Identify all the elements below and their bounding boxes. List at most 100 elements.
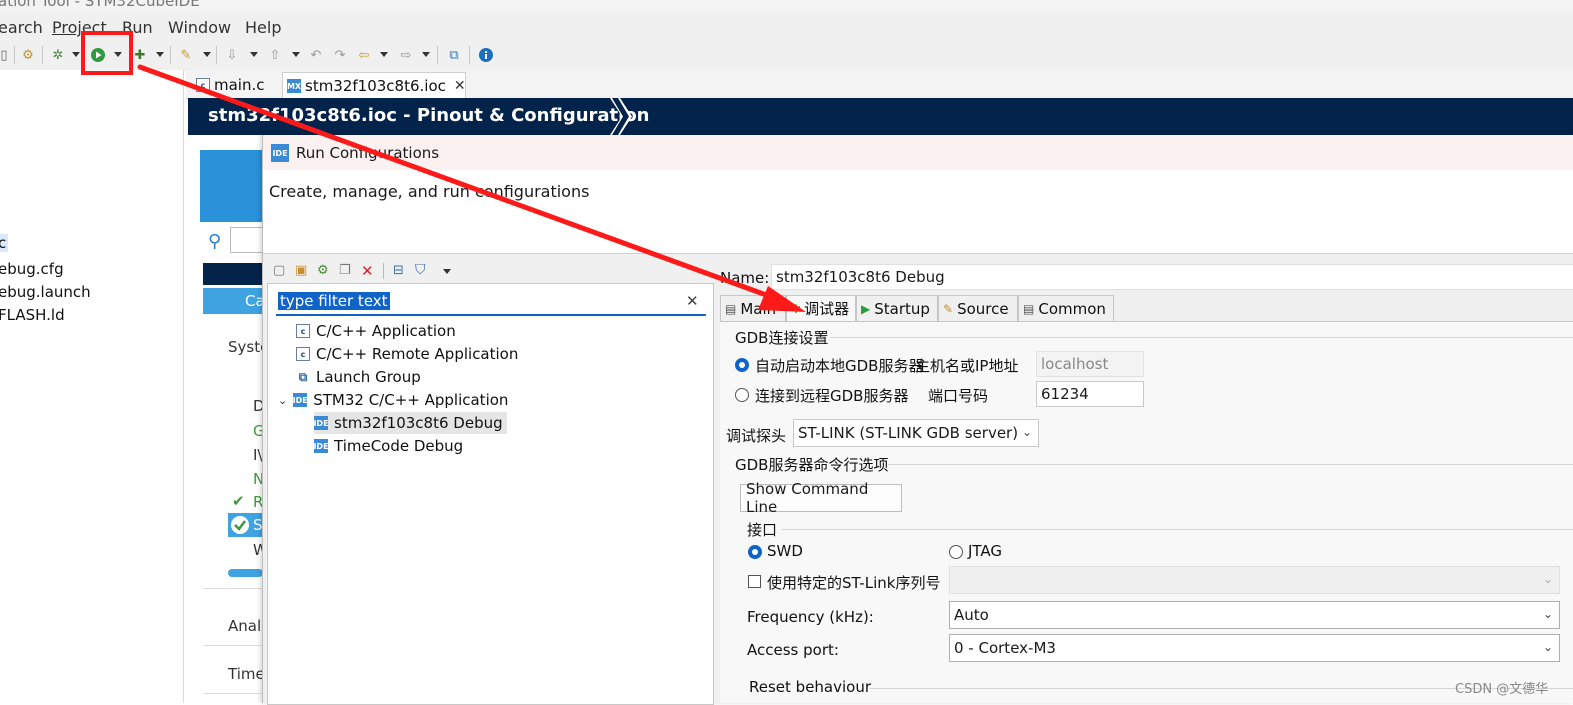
debug-icon[interactable]: ✲ [48, 45, 68, 65]
cube-categories-tab[interactable]: Ca [203, 288, 265, 314]
tree-item-launch-group[interactable]: ⧉ Launch Group [296, 366, 421, 388]
export-icon[interactable]: ⚙ [317, 263, 329, 278]
back-icon[interactable]: ⇦ [354, 45, 374, 65]
explorer-item[interactable]: ebug.cfg [0, 260, 64, 278]
next-annotation-dropdown-icon[interactable] [250, 52, 258, 57]
dialog-description: Create, manage, and run configurations [269, 182, 590, 201]
cube-banner-tile [200, 150, 263, 222]
cube-search-input[interactable] [230, 227, 263, 253]
probe-value: ST-LINK (ST-LINK GDB server) [798, 424, 1019, 442]
tree-item-cpp-remote-application[interactable]: c C/C++ Remote Application [296, 343, 518, 365]
forward-dropdown-icon[interactable] [422, 52, 430, 57]
save-icon[interactable]: ▯ [0, 45, 14, 65]
explorer-item[interactable]: c [0, 234, 9, 252]
prev-annotation-dropdown-icon[interactable] [292, 52, 300, 57]
wrench-dropdown-icon[interactable] [203, 52, 211, 57]
wrench-icon[interactable]: ✎ [176, 45, 196, 65]
menu-window[interactable]: Window [168, 18, 231, 37]
window-title: ation Tool - STM32CubeIDE [0, 0, 200, 10]
mx-icon: MX [287, 79, 301, 93]
radio-local-gdb[interactable] [735, 358, 749, 372]
filter-dropdown-icon[interactable] [443, 269, 451, 274]
new-config-icon[interactable]: ▢ [273, 263, 285, 278]
cube-tab-bar [203, 263, 263, 285]
debug-dropdown-icon[interactable] [72, 52, 80, 57]
port-value: 61234 [1041, 385, 1089, 403]
window-title-bar: ation Tool - STM32CubeIDE [0, 0, 1573, 14]
dialog-title-bar: IDE Run Configurations [263, 135, 1573, 170]
radio-remote-gdb[interactable] [735, 388, 749, 402]
tab-label: Source [957, 299, 1009, 318]
watermark: CSDN @文德华 [1455, 682, 1549, 697]
launch-group-icon: ⧉ [298, 369, 308, 384]
last-edit-icon[interactable]: ↶ [306, 45, 326, 65]
clear-filter-icon[interactable]: ✕ [686, 292, 699, 310]
forward-icon[interactable]: ⇨ [396, 45, 416, 65]
c-app-icon: c [296, 347, 310, 361]
cube-item-selected[interactable]: S [228, 513, 263, 537]
tab-common[interactable]: ▤ Common [1018, 295, 1114, 321]
close-icon[interactable]: ✕ [454, 78, 466, 94]
info-icon[interactable] [476, 45, 496, 65]
radio-jtag[interactable] [949, 545, 963, 559]
tree-item-cpp-application[interactable]: c C/C++ Application [296, 320, 456, 342]
cube-group-label[interactable]: Anal [228, 617, 261, 635]
divider [203, 645, 263, 646]
menu-search[interactable]: earch [0, 18, 43, 37]
explorer-item[interactable]: FLASH.ld [0, 306, 65, 324]
toolbar-separator [170, 46, 171, 64]
chevron-down-icon: ⌄ [1542, 572, 1553, 586]
tree-item-timecode-debug[interactable]: IDE TimeCode Debug [313, 435, 463, 457]
back-dropdown-icon[interactable] [380, 52, 388, 57]
prev-annotation-icon[interactable]: ⇧ [265, 45, 285, 65]
frequency-select[interactable]: Auto ⌄ [949, 601, 1560, 629]
toolbar-separator [14, 46, 15, 64]
host-field[interactable]: localhost [1036, 351, 1144, 377]
collapse-all-icon[interactable]: ⊟ [393, 263, 404, 278]
radio-remote-gdb-label: 连接到远程GDB服务器 [755, 387, 909, 405]
name-field[interactable]: stm32f103c8t6 Debug [771, 264, 1573, 290]
group-line [888, 464, 1573, 465]
tab-label: stm32f103c8t6.ioc [305, 77, 446, 95]
serial-select[interactable]: ⌄ [949, 566, 1560, 594]
tree-item-stm32f103c8t6-debug[interactable]: IDE stm32f103c8t6 Debug [313, 412, 507, 434]
search-icon[interactable]: ⚲ [208, 231, 221, 252]
next-annotation-icon[interactable]: ⇩ [222, 45, 242, 65]
external-tools-icon[interactable]: ✚ [130, 45, 150, 65]
config-toolbar: ▢ ▣ ⚙ ❐ ✕ ⊟ ⛉ [269, 261, 469, 283]
new-prototype-icon[interactable]: ▣ [295, 263, 307, 278]
build-icon[interactable]: ⚙ [18, 45, 38, 65]
ide-icon: IDE [313, 416, 329, 430]
open-perspective-icon[interactable]: ⧉ [444, 45, 464, 65]
serial-checkbox-label: 使用特定的ST-Link序列号 [767, 574, 941, 592]
filter-icon[interactable]: ⛉ [415, 262, 426, 278]
delete-icon[interactable]: ✕ [361, 262, 374, 280]
group-line [830, 337, 1573, 338]
external-tools-dropdown-icon[interactable] [156, 52, 164, 57]
tab-main-c[interactable]: c main.c [192, 72, 280, 98]
filter-input[interactable]: type filter text ✕ [276, 290, 706, 316]
tree-item-stm32-application[interactable]: ⌄ IDE STM32 C/C++ Application [278, 389, 508, 411]
radio-swd[interactable] [748, 545, 762, 559]
breadcrumb-chevron-icon [610, 98, 632, 135]
explorer-item[interactable]: ebug.launch [0, 283, 91, 301]
toolbar-separator [437, 46, 438, 64]
serial-checkbox[interactable] [748, 575, 761, 588]
probe-select[interactable]: ST-LINK (ST-LINK GDB server) ⌄ [793, 419, 1039, 447]
cube-scrollbar[interactable] [228, 569, 263, 577]
tab-main[interactable]: ▤ Main [720, 295, 786, 321]
access-port-select[interactable]: 0 - Cortex-M3 ⌄ [949, 634, 1560, 662]
menu-help[interactable]: Help [245, 18, 281, 37]
cube-group-label[interactable]: Time [228, 665, 265, 683]
tab-ioc[interactable]: MX stm32f103c8t6.ioc ✕ [282, 72, 466, 99]
next-edit-icon[interactable]: ↷ [330, 45, 350, 65]
duplicate-icon[interactable]: ❐ [339, 263, 351, 278]
tab-source[interactable]: ✎ Source [938, 295, 1018, 321]
show-command-line-button[interactable]: Show Command Line [740, 480, 902, 516]
tab-startup[interactable]: ▶ Startup [856, 295, 938, 321]
gdb-connection-group: GDB连接设置 [735, 329, 829, 347]
tab-debugger[interactable]: ✲ 调试器 [786, 295, 856, 321]
port-field[interactable]: 61234 [1036, 381, 1144, 407]
chevron-down-icon[interactable]: ⌄ [278, 394, 287, 407]
ide-icon: IDE [271, 144, 289, 162]
